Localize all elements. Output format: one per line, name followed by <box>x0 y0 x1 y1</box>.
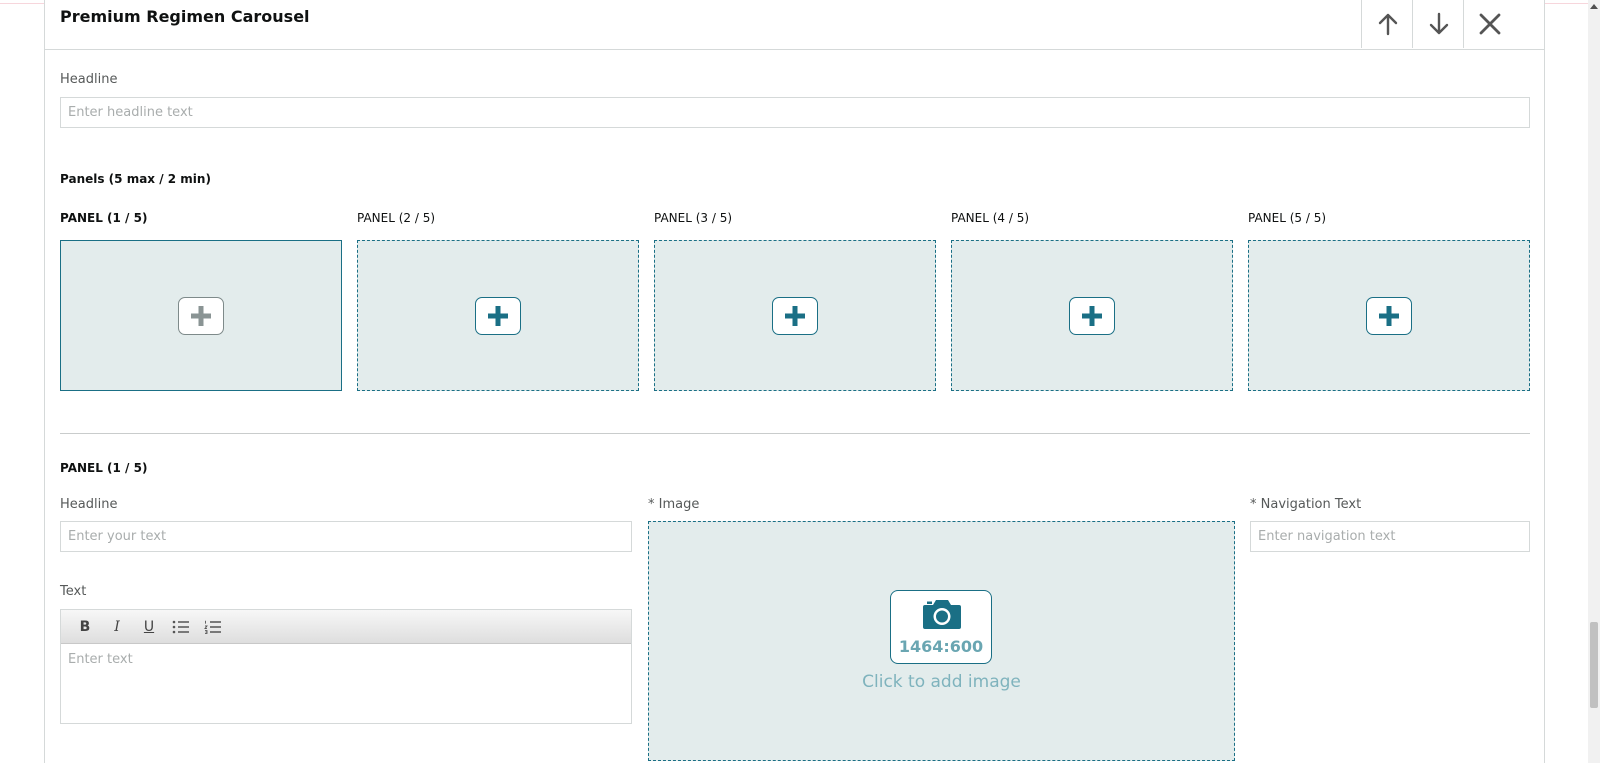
panel-slot-2[interactable] <box>357 240 639 391</box>
bulleted-list-icon <box>172 620 189 633</box>
camera-icon <box>923 600 961 629</box>
image-aspect-ratio: 1464:600 <box>898 637 984 656</box>
move-up-button[interactable] <box>1361 0 1413 48</box>
panel-tab-label-1: PANEL (1 / 5) <box>60 211 148 225</box>
image-upload-zone[interactable]: 1464:600 Click to add image <box>648 521 1235 761</box>
panel-tab-label-5: PANEL (5 / 5) <box>1248 211 1327 225</box>
panel-headline-input[interactable] <box>60 521 632 552</box>
navigation-text-label: * Navigation Text <box>1250 497 1362 512</box>
move-down-button[interactable] <box>1412 0 1464 48</box>
scroll-up-arrow-icon[interactable] <box>1590 4 1598 9</box>
rte-toolbar: B I U <box>61 610 631 644</box>
headline-label: Headline <box>60 72 118 87</box>
panel-text-label: Text <box>60 584 87 599</box>
arrow-up-icon <box>1378 13 1397 36</box>
scrollbar-thumb[interactable] <box>1590 622 1598 708</box>
add-image-link[interactable]: Click to add image <box>649 672 1234 692</box>
rte-text-area[interactable]: Enter text <box>61 644 631 675</box>
panels-heading: Panels (5 max / 2 min) <box>60 172 211 186</box>
close-icon <box>1479 13 1500 35</box>
module-title: Premium Regimen Carousel <box>60 7 310 26</box>
section-divider <box>60 433 1530 434</box>
panel-slot-4[interactable] <box>951 240 1233 391</box>
panel-slot-1[interactable] <box>60 240 342 391</box>
bold-button[interactable]: B <box>69 614 101 640</box>
panel-editor-title: PANEL (1 / 5) <box>60 461 148 475</box>
plus-icon <box>488 305 508 326</box>
panel-tab-label-4: PANEL (4 / 5) <box>951 211 1030 225</box>
bullet-list-button[interactable] <box>165 614 197 640</box>
numbered-list-button[interactable] <box>197 614 229 640</box>
image-label: * Image <box>648 497 700 512</box>
plus-icon <box>1082 305 1102 326</box>
panel-tab-label-2: PANEL (2 / 5) <box>357 211 436 225</box>
underline-button[interactable]: U <box>133 614 165 640</box>
image-placeholder-box: 1464:600 <box>890 590 992 664</box>
remove-module-button[interactable] <box>1463 0 1515 48</box>
add-panel-button[interactable] <box>772 296 818 335</box>
add-panel-button[interactable] <box>1366 296 1412 335</box>
add-panel-button[interactable] <box>1069 296 1115 335</box>
numbered-list-icon <box>204 620 221 634</box>
add-panel-button[interactable] <box>178 296 224 335</box>
plus-icon <box>785 305 805 326</box>
navigation-text-input[interactable] <box>1250 521 1530 552</box>
add-panel-button[interactable] <box>475 296 521 335</box>
panel-slot-3[interactable] <box>654 240 936 391</box>
italic-button[interactable]: I <box>101 614 133 640</box>
module-header: Premium Regimen Carousel <box>45 0 1544 50</box>
arrow-down-icon <box>1429 12 1448 35</box>
panel-slot-5[interactable] <box>1248 240 1530 391</box>
rich-text-editor: B I U Enter text <box>60 609 632 724</box>
plus-icon <box>1379 305 1399 326</box>
headline-input[interactable] <box>60 97 1530 128</box>
panel-tab-label-3: PANEL (3 / 5) <box>654 211 733 225</box>
plus-icon <box>191 305 211 326</box>
panel-headline-label: Headline <box>60 497 118 512</box>
